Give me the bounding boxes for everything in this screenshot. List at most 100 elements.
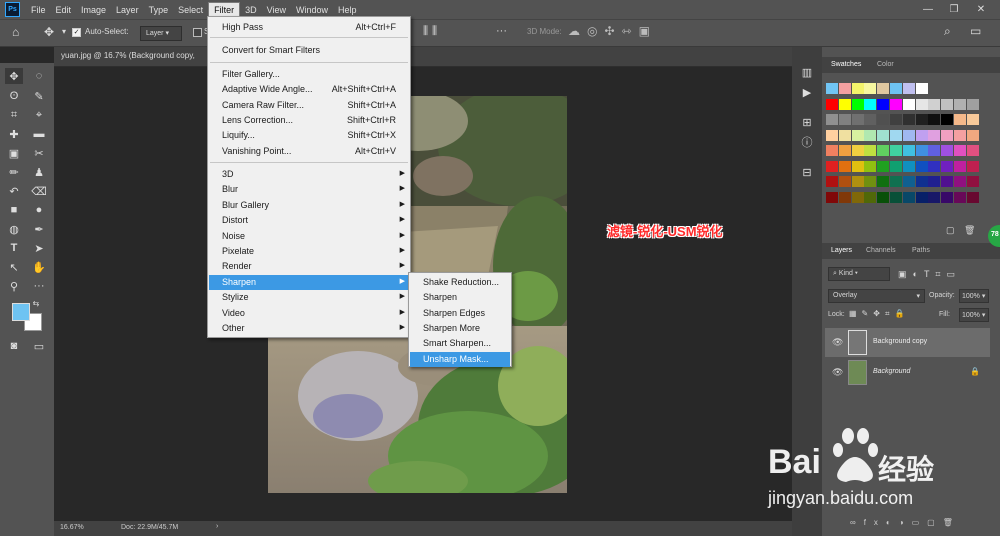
foreground-color-swatch[interactable] [12, 303, 30, 321]
layer-filter-dropdown[interactable]: ⌕ Kind ▾ [828, 267, 890, 281]
new-swatch-icon[interactable]: ▢ [946, 225, 955, 236]
color-swatch[interactable] [915, 129, 928, 141]
paint-brush-tool-icon[interactable]: ✏ [5, 164, 23, 180]
sharpen-menu-item-sharpen-more[interactable]: Sharpen More [410, 321, 510, 336]
color-swatch[interactable] [877, 145, 890, 156]
sharpen-menu-item-unsharp-mask[interactable]: Unsharp Mask... [410, 351, 510, 367]
color-swatch[interactable] [877, 114, 890, 125]
direct-select-tool-icon[interactable]: ↖ [5, 259, 23, 275]
color-swatch[interactable] [864, 83, 877, 94]
zoom-level[interactable]: 16.67% [60, 524, 84, 531]
show-transform-checkbox[interactable] [193, 28, 202, 37]
menu-layer[interactable]: Layer [111, 3, 144, 17]
filter-menu-item-liquify[interactable]: Liquify... Shift+Ctrl+X [209, 128, 409, 143]
color-swatch[interactable] [915, 160, 928, 172]
color-swatch[interactable] [890, 160, 902, 172]
filter-menu-item-high-pass[interactable]: High Pass Alt+Ctrl+F [209, 20, 409, 35]
more-options-icon[interactable]: ··· [496, 25, 507, 37]
color-swatch[interactable] [826, 160, 838, 172]
blur-tool-icon[interactable]: ● [30, 202, 48, 218]
color-swatch[interactable] [941, 176, 954, 187]
color-swatch[interactable] [838, 160, 851, 172]
color-swatch[interactable] [915, 191, 928, 203]
trash-icon[interactable]: 🗑 [964, 225, 975, 236]
color-swatch[interactable] [928, 176, 941, 187]
move-tool-icon[interactable]: ✥ [5, 68, 23, 84]
info-panel-icon[interactable]: ⓘ [798, 134, 816, 150]
menu-edit[interactable]: Edit [51, 3, 77, 17]
color-swatch[interactable] [954, 176, 966, 187]
color-swatch[interactable] [851, 191, 864, 203]
color-swatch[interactable] [890, 129, 902, 141]
color-swatch[interactable] [838, 83, 851, 94]
color-swatch[interactable] [902, 114, 915, 125]
tab-swatches[interactable]: Swatches [831, 61, 861, 68]
clone-stamp-tool-icon[interactable]: ▣ [5, 145, 23, 161]
color-swatch[interactable] [877, 98, 890, 110]
color-swatch[interactable] [966, 191, 979, 203]
filter-menu-item-sharpen[interactable]: Sharpen ▶ [209, 275, 409, 290]
filter-menu-item-blur-gallery[interactable]: Blur Gallery ▶ [209, 198, 409, 213]
quick-mask-icon[interactable]: ◙ [5, 338, 23, 354]
menu-select[interactable]: Select [173, 3, 208, 17]
lasso-tool-icon[interactable]: ʘ [5, 88, 23, 104]
sharpen-menu-item-smart-sharpen[interactable]: Smart Sharpen... [410, 336, 510, 351]
crop-tool-icon[interactable]: ⌗ [5, 107, 23, 123]
color-swatch[interactable] [966, 98, 979, 110]
type-tool-icon[interactable]: T [5, 240, 23, 256]
color-swatch[interactable] [954, 129, 966, 141]
menu-window[interactable]: Window [291, 3, 333, 17]
close-button[interactable]: ✕ [973, 2, 989, 16]
color-swatch[interactable] [826, 114, 838, 125]
stamp-tool-icon[interactable]: ♟ [30, 164, 48, 180]
color-swatch[interactable] [851, 83, 864, 94]
color-swatch[interactable] [864, 160, 877, 172]
color-swatch[interactable] [928, 129, 941, 141]
filter-menu-item-noise[interactable]: Noise ▶ [209, 229, 409, 244]
menu-file[interactable]: File [26, 3, 51, 17]
color-swatch[interactable] [915, 145, 928, 156]
3d-mode-icons[interactable]: ☁◎✣⇿▣ [568, 24, 657, 38]
sharpen-menu-item-sharpen[interactable]: Sharpen [410, 290, 510, 305]
path-select-tool-icon[interactable]: ➤ [30, 240, 48, 256]
brush-tool-icon[interactable]: ▬ [30, 126, 48, 142]
filter-menu-item-3d[interactable]: 3D ▶ [209, 167, 409, 182]
color-swatch[interactable] [851, 145, 864, 156]
document-tab[interactable]: yuan.jpg @ 16.7% (Background copy, [54, 47, 792, 67]
filter-menu-item-distort[interactable]: Distort ▶ [209, 213, 409, 228]
color-swatch[interactable] [966, 145, 979, 156]
layer-row[interactable]: 👁 Background copy [825, 328, 990, 357]
menu-type[interactable]: Type [144, 3, 174, 17]
color-swatch[interactable] [966, 129, 979, 141]
filter-menu-item-stylize[interactable]: Stylize ▶ [209, 290, 409, 305]
color-swatch[interactable] [902, 160, 915, 172]
color-swatch[interactable] [864, 191, 877, 203]
color-swatch[interactable] [890, 176, 902, 187]
color-swatch[interactable] [877, 160, 890, 172]
color-swatch[interactable] [851, 129, 864, 141]
home-icon[interactable]: ⌂ [12, 25, 19, 39]
distribute-icons[interactable]: ⫼⫼ [423, 25, 441, 38]
properties-panel-icon[interactable]: ⊟ [798, 164, 816, 180]
eye-icon[interactable]: 👁 [832, 367, 843, 378]
auto-select-dropdown[interactable]: Layer ▾ [140, 26, 182, 41]
menu-help[interactable]: Help [333, 3, 362, 17]
filter-menu-item-convert-for-smart-filters[interactable]: Convert for Smart Filters [209, 43, 409, 58]
color-swatch[interactable] [851, 98, 864, 110]
color-swatch[interactable] [838, 114, 851, 125]
filter-menu-item-camera-raw-filter[interactable]: Camera Raw Filter... Shift+Ctrl+A [209, 98, 409, 113]
tab-color[interactable]: Color [877, 61, 894, 68]
filter-menu-item-render[interactable]: Render ▶ [209, 259, 409, 274]
color-swatch[interactable] [877, 129, 890, 141]
blend-mode-dropdown[interactable]: Overlay ▾ [828, 289, 925, 303]
opacity-field[interactable]: 100% ▾ [959, 289, 989, 303]
move-tool-icon[interactable]: ✥ [44, 25, 54, 39]
color-swatch[interactable] [928, 114, 941, 125]
workspace-icon[interactable]: ▭ [970, 24, 981, 38]
color-swatch[interactable] [902, 191, 915, 203]
eraser-tool-icon[interactable]: ⌫ [30, 183, 48, 199]
color-swatch[interactable] [890, 145, 902, 156]
history-panel-icon[interactable]: ▥ [798, 64, 816, 80]
color-swatch[interactable] [838, 129, 851, 141]
color-swatch[interactable] [864, 129, 877, 141]
